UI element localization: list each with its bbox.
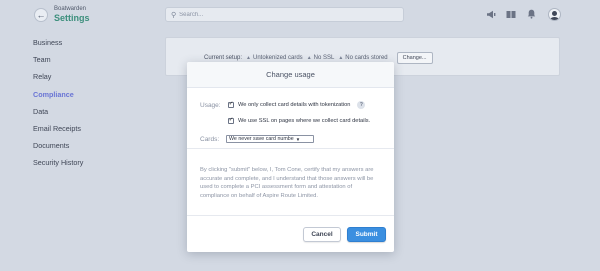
cards-label: Cards: — [200, 136, 220, 143]
megaphone-icon[interactable] — [486, 9, 496, 19]
account-name: Boatwarden — [54, 6, 87, 12]
usage-option-tokenization[interactable]: ✓ We only collect card details with toke… — [228, 101, 366, 109]
change-setup-button[interactable]: Change... — [396, 52, 433, 64]
warning-icon: ▲ — [338, 55, 344, 61]
warning-icon: ▲ — [306, 55, 312, 61]
help-icon[interactable]: ? — [357, 101, 366, 109]
divider — [187, 215, 394, 216]
setup-tag-label: No SSL — [313, 55, 335, 61]
certification-disclaimer: By clicking "submit" below, I, Tom Cone,… — [200, 167, 374, 199]
sidebar-item-documents[interactable]: Documents — [33, 141, 143, 158]
usage-option-ssl[interactable]: ✓ We use SSL on pages where we collect c… — [228, 118, 370, 124]
setup-tag-label: Untokenized cards — [252, 55, 303, 61]
page-title: Settings — [54, 13, 90, 23]
setup-tag: ▲ No SSL — [307, 55, 335, 61]
warning-icon: ▲ — [246, 55, 251, 61]
sidebar-item-compliance[interactable]: Compliance — [33, 90, 143, 107]
cards-select-value: We never save card numbe — [229, 136, 294, 142]
change-usage-dialog: Change usage — [187, 62, 394, 252]
sidebar-item-security-history[interactable]: Security History — [33, 158, 143, 175]
sidebar-item-email-receipts[interactable]: Email Receipts — [33, 124, 143, 141]
bell-icon[interactable] — [526, 9, 536, 19]
divider — [187, 148, 394, 149]
setup-tag-label: No cards stored — [345, 55, 388, 61]
usage-option-label: We only collect card details with tokeni… — [238, 102, 351, 108]
tokenization-checkbox[interactable]: ✓ — [228, 102, 234, 108]
search-icon: ⚲ — [171, 11, 177, 19]
dialog-title: Change usage — [266, 70, 315, 79]
back-button[interactable]: ← — [34, 8, 48, 22]
settings-sidebar: Business Team Relay Compliance Data Emai… — [33, 38, 143, 176]
sidebar-item-relay[interactable]: Relay — [33, 72, 143, 89]
user-avatar-icon[interactable] — [548, 8, 561, 21]
top-toolbar — [486, 9, 536, 19]
search-bar[interactable]: ⚲ — [165, 7, 404, 22]
usage-option-label: We use SSL on pages where we collect car… — [238, 118, 371, 124]
cancel-button[interactable]: Cancel — [303, 227, 341, 242]
setup-tag: ▲ No cards stored — [338, 55, 387, 61]
search-input[interactable] — [179, 11, 390, 18]
dialog-header: Change usage — [187, 62, 394, 88]
book-icon[interactable] — [506, 9, 516, 19]
submit-button[interactable]: Submit — [347, 227, 386, 242]
cards-select[interactable]: We never save card numbe ▼ — [226, 135, 314, 143]
arrow-left-icon: ← — [36, 9, 46, 20]
usage-label: Usage: — [200, 102, 221, 109]
sidebar-item-team[interactable]: Team — [33, 55, 143, 72]
chevron-down-icon: ▼ — [295, 136, 301, 142]
setup-tag: ▲ Untokenized cards — [246, 55, 303, 61]
current-setup-label: Current setup: — [204, 55, 243, 61]
sidebar-item-business[interactable]: Business — [33, 38, 143, 55]
ssl-checkbox[interactable]: ✓ — [228, 118, 234, 124]
sidebar-item-data[interactable]: Data — [33, 107, 143, 124]
